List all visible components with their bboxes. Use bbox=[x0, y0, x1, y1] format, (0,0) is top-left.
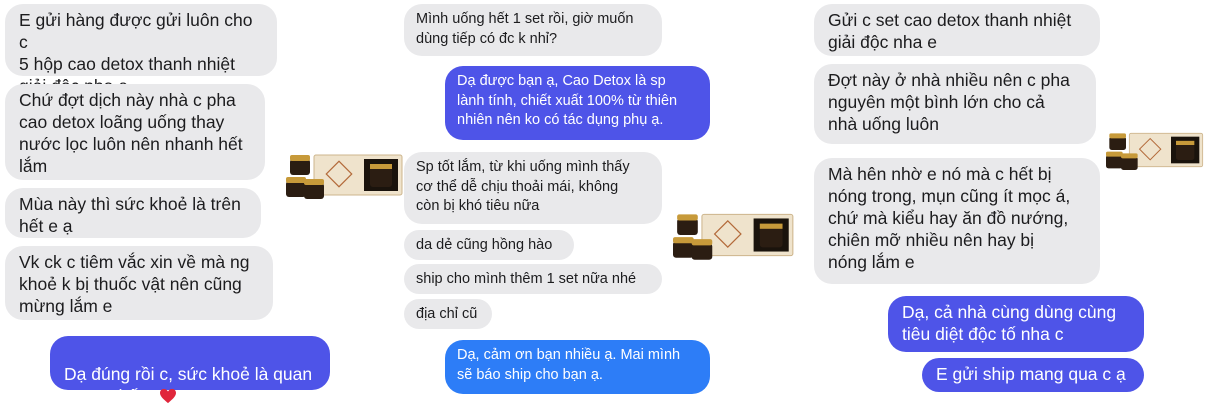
message-bubble-outgoing[interactable]: Dạ được bạn ạ, Cao Detox là sp lành tính… bbox=[445, 66, 710, 140]
message-bubble[interactable]: Gửi c set cao detox thanh nhiệt giải độc… bbox=[814, 4, 1100, 56]
message-bubble[interactable]: Vk ck c tiêm vắc xin về mà ng khoẻ k bị … bbox=[5, 246, 273, 320]
detox-gift-box-icon bbox=[673, 213, 794, 260]
message-bubble[interactable]: địa chỉ cũ bbox=[404, 299, 492, 329]
detox-gift-box-icon bbox=[1106, 132, 1204, 170]
message-bubble[interactable]: Mùa này thì sức khoẻ là trên hết e ạ bbox=[5, 188, 261, 238]
message-bubble-outgoing[interactable]: Dạ đúng rồi c, sức khoẻ là quan trọng nh… bbox=[50, 336, 330, 406]
message-bubble-outgoing[interactable]: Dạ, cả nhà cùng dùng cùng tiêu diệt độc … bbox=[888, 296, 1144, 352]
message-bubble-outgoing[interactable]: Dạ, cảm ơn bạn nhiều ạ. Mai mình sẽ báo … bbox=[445, 340, 710, 394]
message-bubble[interactable]: Mà hên nhờ e nó mà c hết bị nóng trong, … bbox=[814, 158, 1100, 284]
message-bubble[interactable]: Chứ đợt dịch này nhà c pha cao detox loã… bbox=[5, 84, 265, 180]
message-bubble[interactable]: Mình uống hết 1 set rồi, giờ muốn dùng t… bbox=[404, 4, 662, 56]
message-bubble[interactable]: Đợt này ở nhà nhiều nên c pha nguyên một… bbox=[814, 64, 1096, 144]
message-text: Dạ đúng rồi c, sức khoẻ là quan trọng nh… bbox=[64, 364, 313, 406]
message-bubble[interactable]: da dẻ cũng hồng hào bbox=[404, 230, 574, 260]
message-bubble-outgoing[interactable]: E gửi ship mang qua c ạ bbox=[922, 358, 1144, 392]
detox-gift-box-icon bbox=[286, 154, 403, 199]
message-bubble[interactable]: ship cho mình thêm 1 set nữa nhé bbox=[404, 264, 662, 294]
message-bubble[interactable]: Sp tốt lắm, từ khi uống mình thấy cơ thể… bbox=[404, 152, 662, 224]
message-bubble[interactable]: E gửi hàng được gửi luôn cho c 5 hộp cao… bbox=[5, 4, 277, 96]
